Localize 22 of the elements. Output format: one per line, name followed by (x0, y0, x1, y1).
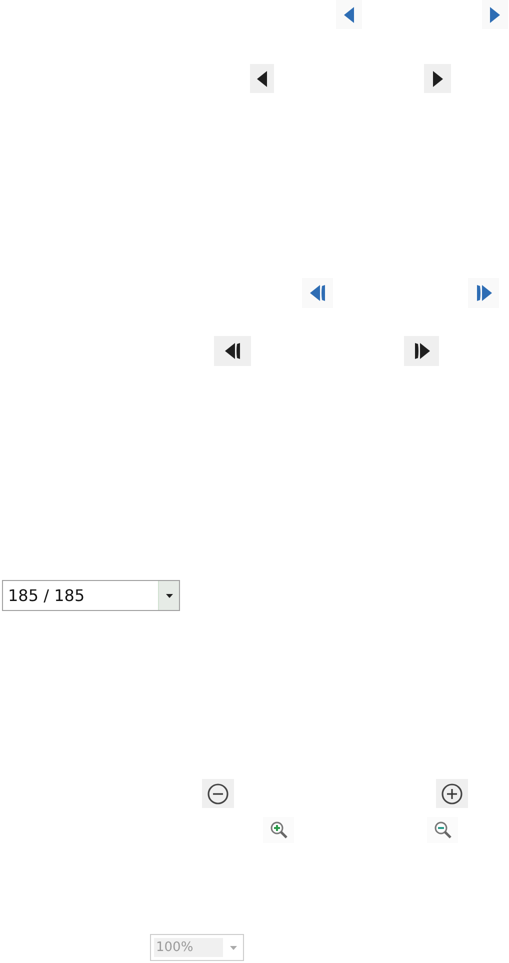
triangle-left-icon (257, 70, 267, 86)
triangle-right-icon (432, 70, 442, 86)
double-left-icon (310, 285, 326, 301)
previous-button[interactable] (250, 64, 274, 93)
page-select[interactable]: 185 / 185 (2, 580, 180, 611)
double-left-icon (224, 343, 240, 359)
zoom-out-button[interactable] (427, 817, 458, 843)
dropdown-arrow-icon (230, 946, 236, 950)
triangle-right-icon (490, 6, 500, 22)
last-page-button[interactable] (404, 336, 439, 366)
double-right-icon (476, 285, 492, 301)
circle-plus-icon (441, 782, 463, 804)
magnifier-minus-icon (434, 821, 452, 839)
double-right-icon (414, 343, 430, 359)
triangle-left-icon (344, 6, 354, 22)
next-button[interactable] (424, 64, 451, 93)
dropdown-arrow-icon (166, 594, 172, 598)
magnifier-plus-icon (270, 821, 288, 839)
zoom-in-button[interactable] (436, 779, 468, 808)
first-page-button[interactable] (214, 336, 251, 366)
zoom-out-button[interactable] (202, 779, 234, 808)
circle-minus-icon (207, 782, 229, 804)
